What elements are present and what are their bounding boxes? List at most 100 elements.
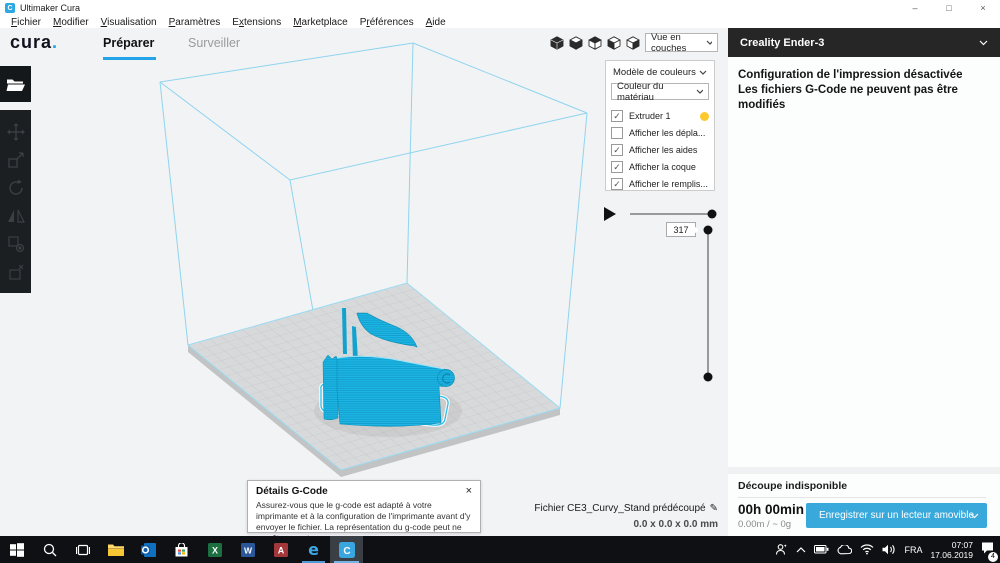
taskbar-access[interactable]: A	[264, 536, 297, 563]
edge-icon: e	[305, 541, 322, 558]
rename-pencil-icon[interactable]: ✎	[710, 503, 718, 514]
dialog-close-icon[interactable]: ×	[466, 486, 472, 497]
checkbox-checked[interactable]: ✓	[611, 144, 623, 156]
menu-extensions[interactable]: Extensions	[226, 17, 287, 28]
color-scheme-dropdown[interactable]: Couleur du matériau	[611, 83, 709, 100]
taskbar-search[interactable]	[33, 536, 66, 563]
support-blocker-icon[interactable]	[6, 262, 26, 282]
active-tab-underline	[103, 57, 156, 60]
taskbar-clock[interactable]: 07:07 17.06.2019	[930, 540, 973, 560]
maximize-button[interactable]: □	[932, 0, 966, 16]
chevron-down-icon	[696, 89, 703, 94]
view-right-icon[interactable]	[626, 36, 640, 50]
checkbox-extruder-1[interactable]: ✓ Extruder 1	[611, 108, 709, 124]
checkbox-checked[interactable]: ✓	[611, 110, 623, 122]
cura-logo: cura.	[10, 32, 58, 53]
material-estimate: 0.00m / ~ 0g	[738, 519, 791, 530]
machine-name: Creality Ender-3	[740, 37, 824, 49]
title-bar: C Ultimaker Cura – □ ×	[0, 0, 1000, 16]
microsoft-store-icon	[175, 543, 188, 557]
task-view-button[interactable]	[66, 536, 99, 563]
taskbar-file-explorer[interactable]	[99, 536, 132, 563]
menu-modifier[interactable]: Modifier	[47, 17, 95, 28]
checkbox-afficher-aides[interactable]: ✓ Afficher les aides	[611, 142, 709, 158]
config-disabled-message: Configuration de l'impression désactivée…	[728, 57, 1000, 113]
svg-text:C: C	[343, 546, 350, 557]
search-icon	[43, 543, 57, 557]
save-to-removable-button[interactable]: Enregistrer sur un lecteur amovible	[806, 503, 987, 528]
layer-view-panel: Modèle de couleurs Couleur du matériau ✓…	[605, 60, 715, 191]
print-time-estimate: 00h 00min	[738, 502, 806, 517]
tool-column	[0, 110, 31, 293]
open-file-button[interactable]	[0, 66, 31, 102]
view-mode-dropdown[interactable]: Vue en couches	[645, 33, 718, 52]
slice-status: Découpe indisponible	[738, 480, 847, 492]
panel-separator	[728, 467, 1000, 474]
per-model-settings-icon[interactable]	[6, 234, 26, 254]
tab-preparer[interactable]: Préparer	[103, 36, 154, 50]
layer-play-button[interactable]	[604, 207, 616, 221]
mirror-tool-icon[interactable]	[6, 206, 26, 226]
layer-v-slider-bottom-handle[interactable]	[704, 373, 713, 382]
minimize-button[interactable]: –	[898, 0, 932, 16]
cura-window: C Ultimaker Cura – □ × Fichier Modifier …	[0, 0, 1000, 563]
onedrive-cloud-icon[interactable]	[837, 545, 852, 555]
current-layer-indicator[interactable]: 317	[666, 222, 696, 237]
close-button[interactable]: ×	[966, 0, 1000, 16]
taskbar-outlook[interactable]	[132, 536, 165, 563]
language-indicator[interactable]: FRA	[904, 545, 922, 555]
scale-tool-icon[interactable]	[6, 150, 26, 170]
model-dimensions: 0.0 x 0.0 x 0.0 mm	[520, 519, 718, 530]
checkbox-unchecked[interactable]	[611, 127, 623, 139]
checkbox-afficher-coque[interactable]: ✓ Afficher la coque	[611, 159, 709, 175]
menu-parametres[interactable]: Paramètres	[163, 17, 227, 28]
chevron-down-icon	[979, 40, 988, 46]
svg-text:W: W	[243, 545, 252, 555]
dialog-title: Détails G-Code	[256, 486, 328, 497]
chevron-down-icon	[706, 40, 712, 45]
taskbar-cura[interactable]: C	[330, 536, 363, 563]
viewport-3d[interactable]: cura. Préparer Surveiller Vue en couches…	[0, 28, 728, 536]
chevron-down-icon	[970, 513, 979, 519]
svg-text:A: A	[277, 545, 284, 555]
move-tool-icon[interactable]	[6, 122, 26, 142]
menu-preferences[interactable]: Préférences	[354, 17, 420, 28]
tab-surveiller[interactable]: Surveiller	[188, 36, 240, 50]
windows-logo-icon	[10, 543, 24, 557]
show-hidden-icons-chevron[interactable]	[796, 547, 806, 553]
battery-icon[interactable]	[814, 545, 829, 554]
excel-icon: X	[208, 543, 222, 557]
taskbar-microsoft-store[interactable]	[165, 536, 198, 563]
wifi-icon[interactable]	[860, 544, 874, 555]
menu-visualisation[interactable]: Visualisation	[95, 17, 163, 28]
people-icon[interactable]	[775, 543, 788, 556]
view-top-icon[interactable]	[588, 36, 602, 50]
checkbox-checked[interactable]: ✓	[611, 178, 623, 190]
taskbar-word[interactable]: W	[231, 536, 264, 563]
checkbox-afficher-remplissage[interactable]: ✓ Afficher le remplis...	[611, 176, 709, 192]
file-info: Fichier CE3_Curvy_Stand prédécoupé✎ 0.0 …	[520, 498, 718, 530]
dialog-body: Assurez-vous que le g-code est adapté à …	[256, 500, 472, 536]
machine-selector[interactable]: Creality Ender-3	[728, 28, 1000, 57]
menu-bar: Fichier Modifier Visualisation Paramètre…	[0, 16, 1000, 28]
access-icon: A	[274, 543, 288, 557]
view-3d-icon[interactable]	[550, 36, 564, 50]
system-tray: FRA 07:07 17.06.2019 4	[775, 540, 1000, 560]
checkbox-afficher-deplacements[interactable]: Afficher les dépla...	[611, 125, 709, 141]
action-center-button[interactable]: 4	[981, 541, 994, 559]
view-front-icon[interactable]	[569, 36, 583, 50]
menu-marketplace[interactable]: Marketplace	[287, 17, 353, 28]
view-left-icon[interactable]	[607, 36, 621, 50]
volume-icon[interactable]	[882, 544, 896, 555]
checkbox-checked[interactable]: ✓	[611, 161, 623, 173]
menu-aide[interactable]: Aide	[420, 17, 452, 28]
gcode-details-dialog: Détails G-Code × Assurez-vous que le g-c…	[247, 480, 481, 533]
menu-fichier[interactable]: Fichier	[5, 17, 47, 28]
task-view-icon	[76, 543, 90, 557]
taskbar-edge[interactable]: e	[297, 536, 330, 563]
start-button[interactable]	[0, 536, 33, 563]
layer-v-slider-top-handle[interactable]	[704, 226, 713, 235]
taskbar-excel[interactable]: X	[198, 536, 231, 563]
rotate-tool-icon[interactable]	[6, 178, 26, 198]
layer-h-slider-handle[interactable]	[708, 210, 717, 219]
